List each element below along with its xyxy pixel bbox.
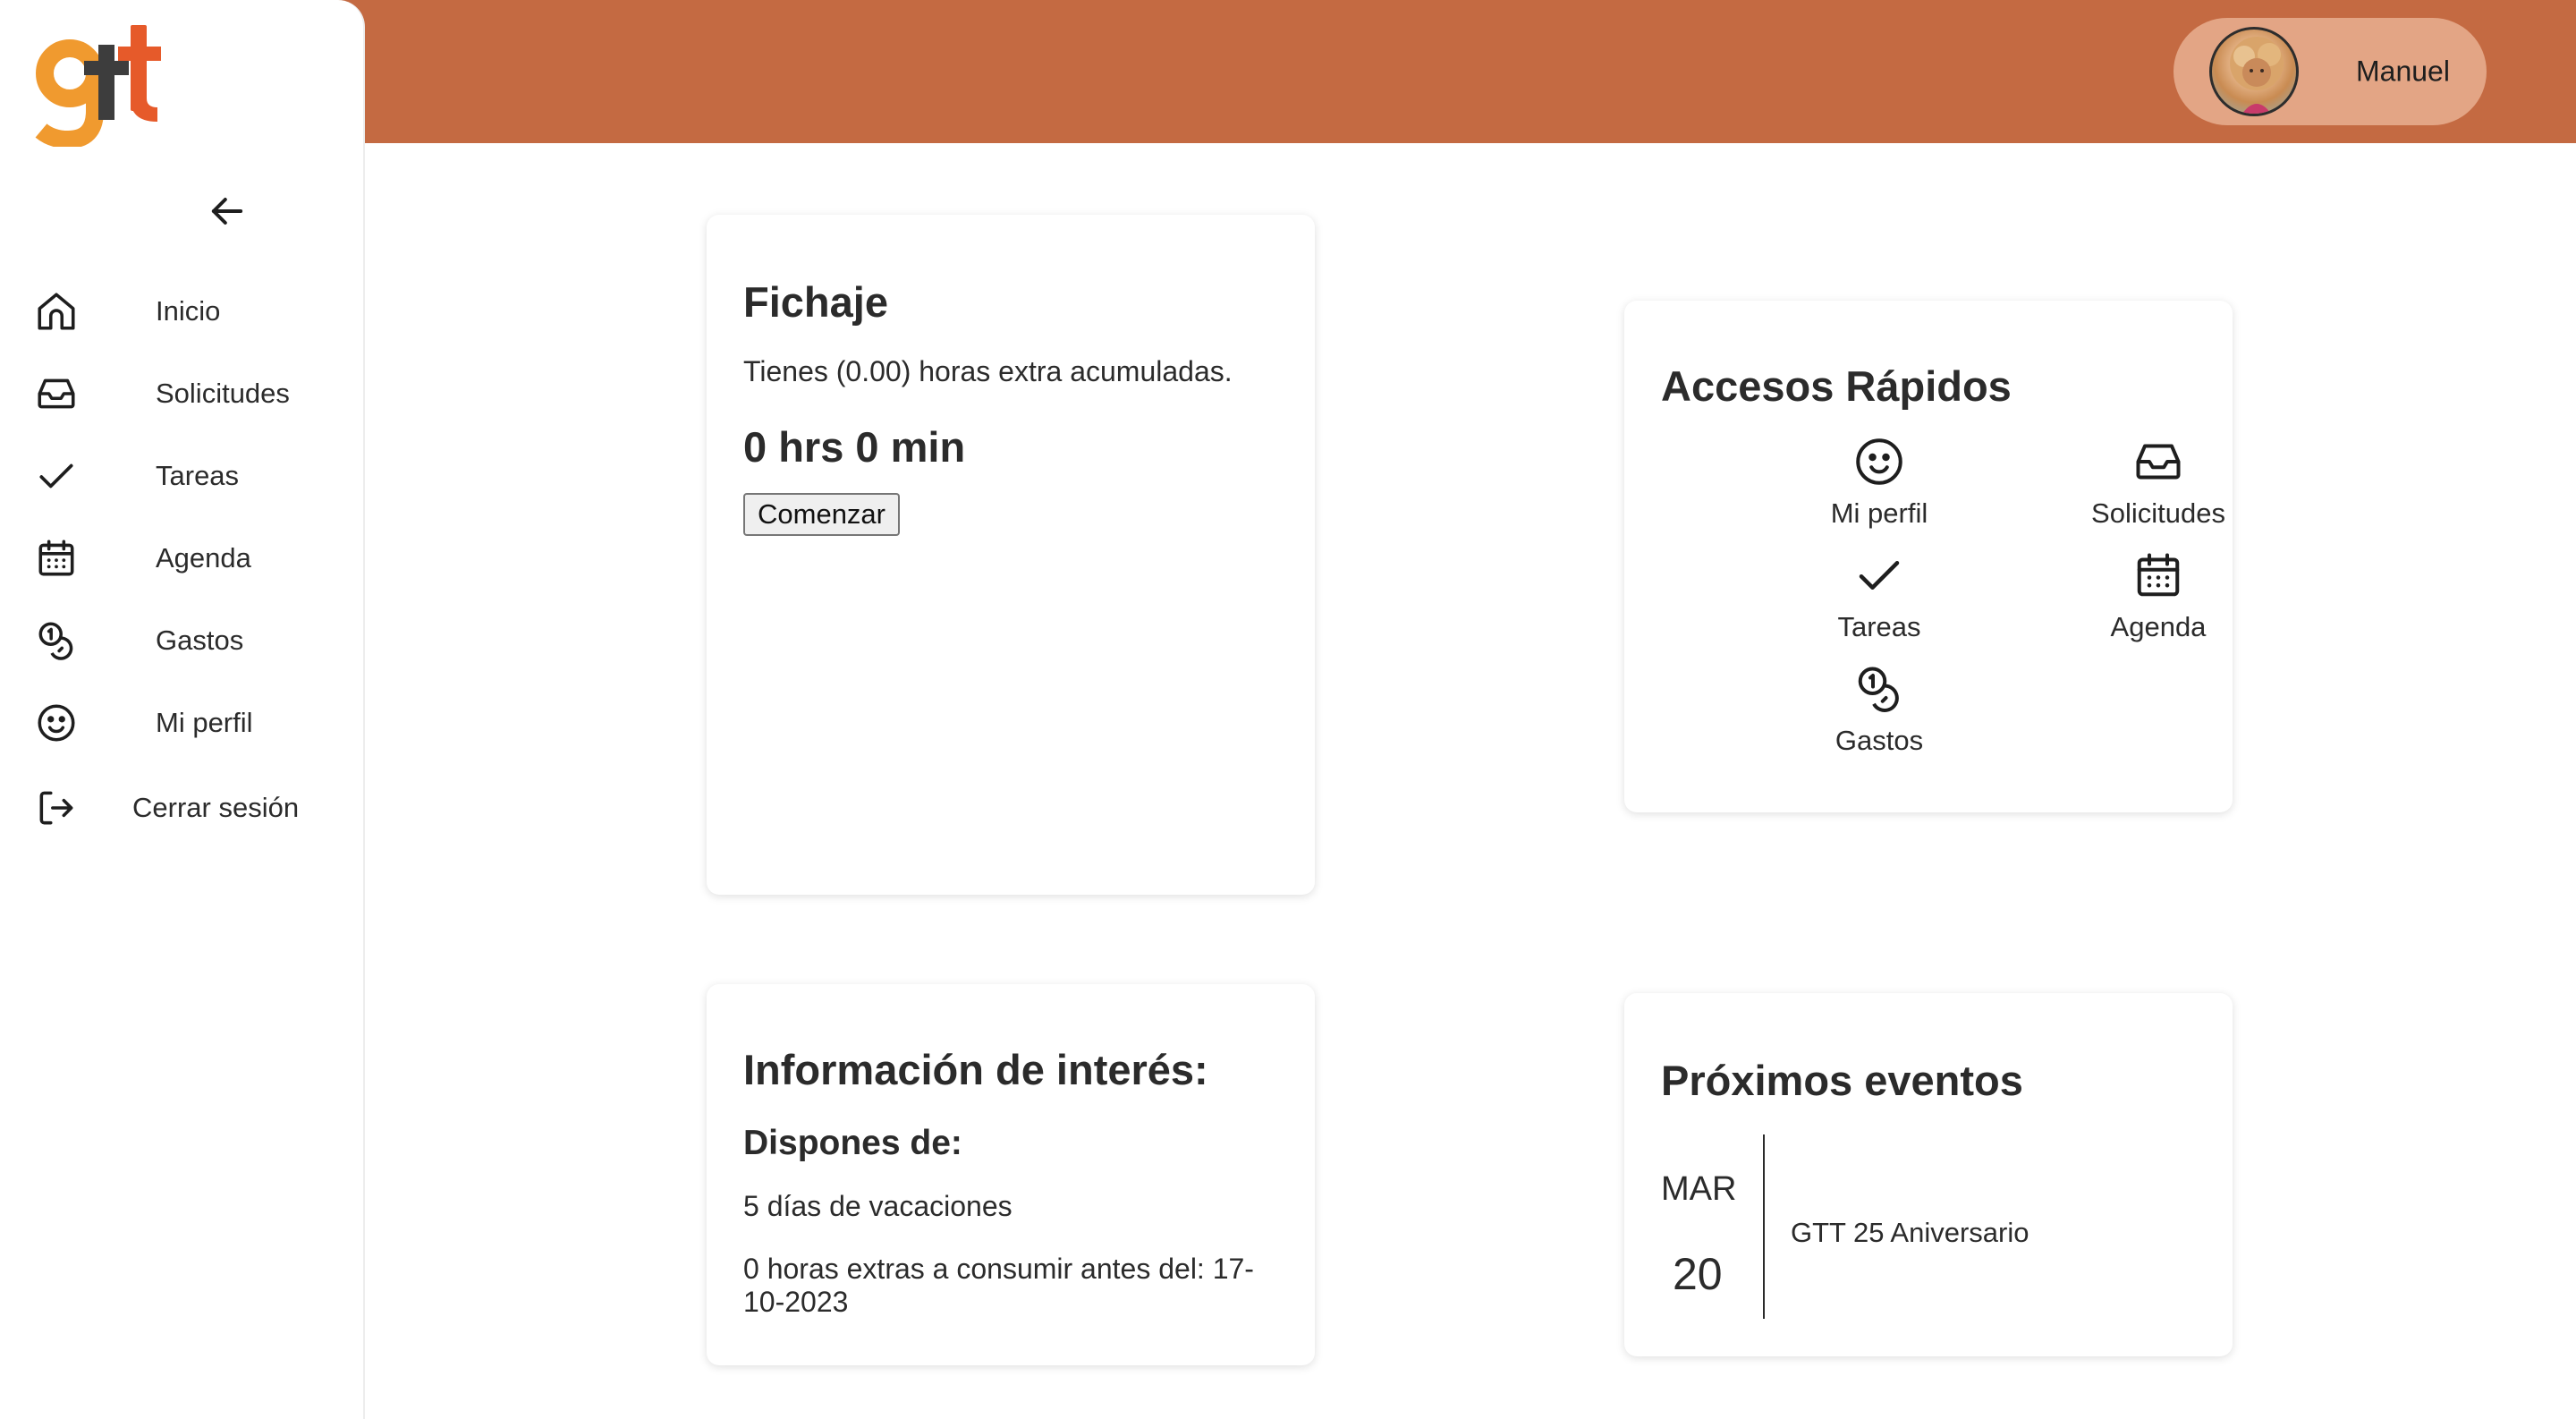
overtime-deadline: 0 horas extras a consumir antes del: 17-…	[743, 1253, 1254, 1318]
sidebar-item-label: Mi perfil	[156, 707, 253, 738]
sidebar-item-label: Inicio	[156, 295, 221, 327]
event-title[interactable]: GTT 25 Aniversario	[1791, 1217, 2029, 1249]
sidebar-item-agenda[interactable]: Agenda	[0, 527, 365, 590]
event-day: 20	[1673, 1249, 1723, 1299]
quick-access-card: Accesos Rápidos Mi perfil Solicitudes Ta…	[1624, 301, 2233, 812]
smiley-icon	[34, 701, 79, 745]
timer-display: 0 hrs 0 min	[743, 423, 966, 471]
user-name: Manuel	[2356, 55, 2450, 88]
sidebar-item-label: Solicitudes	[156, 378, 290, 409]
quick-access-label: Mi perfil	[1830, 497, 1928, 529]
quick-access-label: Solicitudes	[2091, 497, 2225, 529]
sidebar-item-label: Gastos	[156, 625, 244, 656]
event-month: MAR	[1661, 1170, 1737, 1208]
sidebar-item-solicitudes[interactable]: Solicitudes	[0, 362, 365, 425]
sidebar-item-mi-perfil[interactable]: Mi perfil	[0, 692, 365, 754]
quick-access-gastos[interactable]: Gastos	[1790, 662, 1969, 769]
smiley-icon	[1852, 435, 1906, 489]
home-icon	[34, 289, 79, 334]
logout-icon	[34, 786, 79, 830]
overtime-summary: Tienes (0.00) horas extra acumuladas.	[743, 355, 1233, 387]
quick-access-label: Gastos	[1835, 725, 1924, 756]
coins-icon	[1852, 662, 1906, 716]
quick-access-label: Tareas	[1837, 611, 1921, 642]
check-icon	[34, 454, 79, 498]
quick-access-solicitudes[interactable]: Solicitudes	[2069, 435, 2248, 542]
vacation-days: 5 días de vacaciones	[743, 1190, 1013, 1222]
sidebar-item-inicio[interactable]: Inicio	[0, 280, 365, 343]
card-title: Fichaje	[743, 278, 888, 326]
card-title: Accesos Rápidos	[1661, 362, 2012, 410]
sidebar-item-label: Agenda	[156, 542, 251, 574]
card-title: Información de interés:	[743, 1046, 1208, 1093]
sidebar-item-label: Tareas	[156, 460, 240, 491]
events-card: Próximos eventos MAR 20 GTT 25 Aniversar…	[1624, 993, 2233, 1356]
quick-access-label: Agenda	[2110, 611, 2207, 642]
avatar	[2209, 27, 2299, 116]
start-button[interactable]: Comenzar	[743, 493, 900, 536]
user-menu-button[interactable]: Manuel	[2174, 18, 2487, 125]
info-card: Información de interés: Dispones de: 5 d…	[707, 984, 1315, 1365]
sidebar-item-cerrar-sesion[interactable]: Cerrar sesión	[0, 777, 365, 839]
sidebar-item-label: Cerrar sesión	[132, 792, 300, 823]
event-divider	[1763, 1134, 1765, 1319]
coins-icon	[34, 618, 79, 663]
sidebar: Inicio Solicitudes Tareas Agenda Gastos …	[0, 0, 365, 1419]
calendar-icon	[2131, 548, 2185, 602]
quick-access-tareas[interactable]: Tareas	[1790, 548, 1969, 656]
info-subtitle: Dispones de:	[743, 1124, 962, 1162]
calendar-icon	[34, 536, 79, 581]
sidebar-item-gastos[interactable]: Gastos	[0, 609, 365, 672]
inbox-icon	[2131, 435, 2185, 489]
gtt-logo[interactable]	[32, 21, 166, 147]
inbox-icon	[34, 371, 79, 416]
fichaje-card: Fichaje Tienes (0.00) horas extra acumul…	[707, 215, 1315, 895]
quick-access-mi-perfil[interactable]: Mi perfil	[1790, 435, 1969, 542]
quick-access-agenda[interactable]: Agenda	[2069, 548, 2248, 656]
sidebar-item-tareas[interactable]: Tareas	[0, 445, 365, 507]
card-title: Próximos eventos	[1661, 1057, 2023, 1104]
check-icon	[1852, 548, 1906, 602]
arrow-left-icon[interactable]	[204, 188, 250, 234]
